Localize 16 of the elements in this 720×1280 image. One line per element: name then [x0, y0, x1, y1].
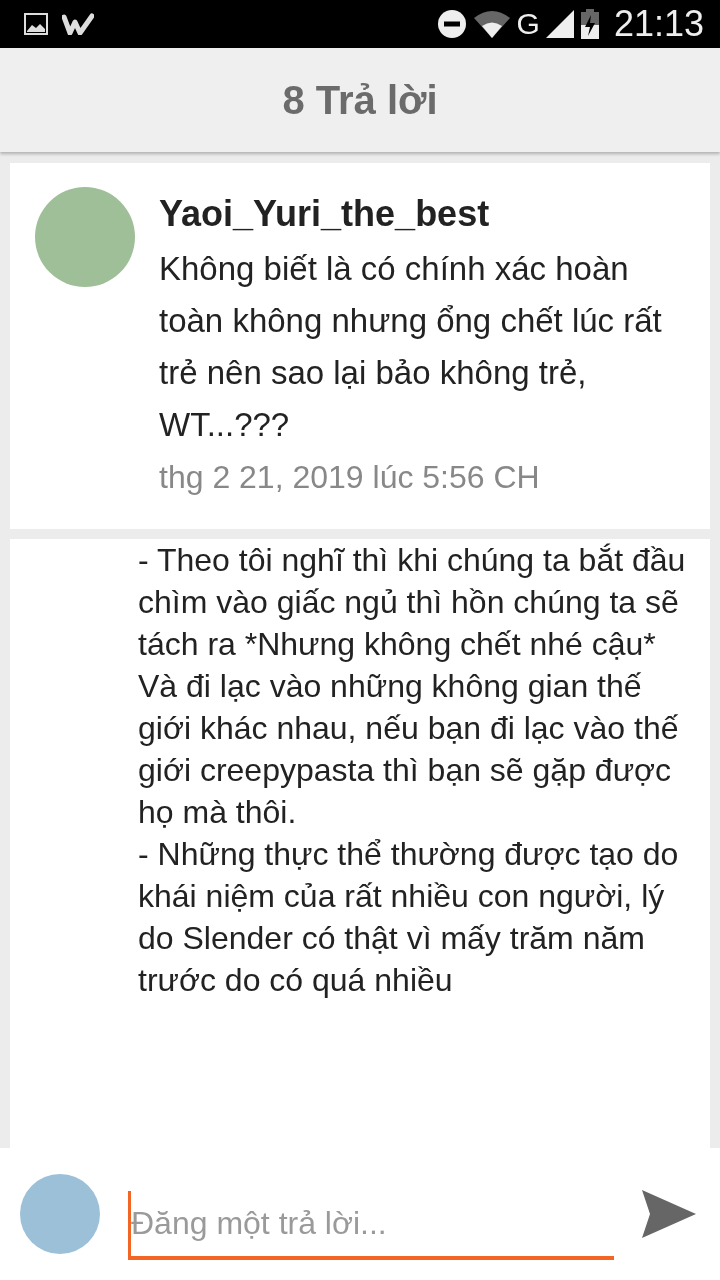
image-icon: [24, 13, 48, 35]
comment-date: thg 2 21, 2019 lúc 5:56 CH: [159, 458, 541, 497]
w-logo-icon: [62, 13, 94, 35]
comment-text: Không biết là có chính xác hoàn toàn không nhưng ổng chết lúc rất trẻ nên sao lại bảo không trẻ, WT...???: [159, 249, 663, 445]
network-type-label: G: [516, 7, 540, 41]
signal-icon: [545, 10, 574, 38]
wifi-icon: [472, 10, 511, 38]
send-icon[interactable]: [642, 1190, 696, 1238]
do-not-disturb-icon: [436, 9, 467, 39]
reply-paragraph: Và đi lạc vào những không gian thế giới khác nhau, nếu bạn đi lạc vào thế giới creepypasta thì bạn sẽ gặp được họ mà thôi.: [138, 667, 680, 832]
battery-charging-icon: [579, 9, 600, 39]
clock: 21:13: [613, 3, 704, 45]
reply-paragraph: - Những thực thể thường được tạo do khái niệm của rất nhiều con người, lý do Slender có thật vì mấy trăm năm trước do có quá nhiều: [138, 835, 680, 1000]
reply-paragraph: - Theo tôi nghĩ thì khi chúng ta bắt đầu chìm vào giấc ngủ thì hồn chúng ta sẽ tách ra *Nhưng không chết nhé cậu*: [138, 541, 687, 664]
page-title: 8 Trả lời: [282, 77, 438, 123]
comment-author[interactable]: Yaoi_Yuri_the_best: [159, 187, 690, 241]
